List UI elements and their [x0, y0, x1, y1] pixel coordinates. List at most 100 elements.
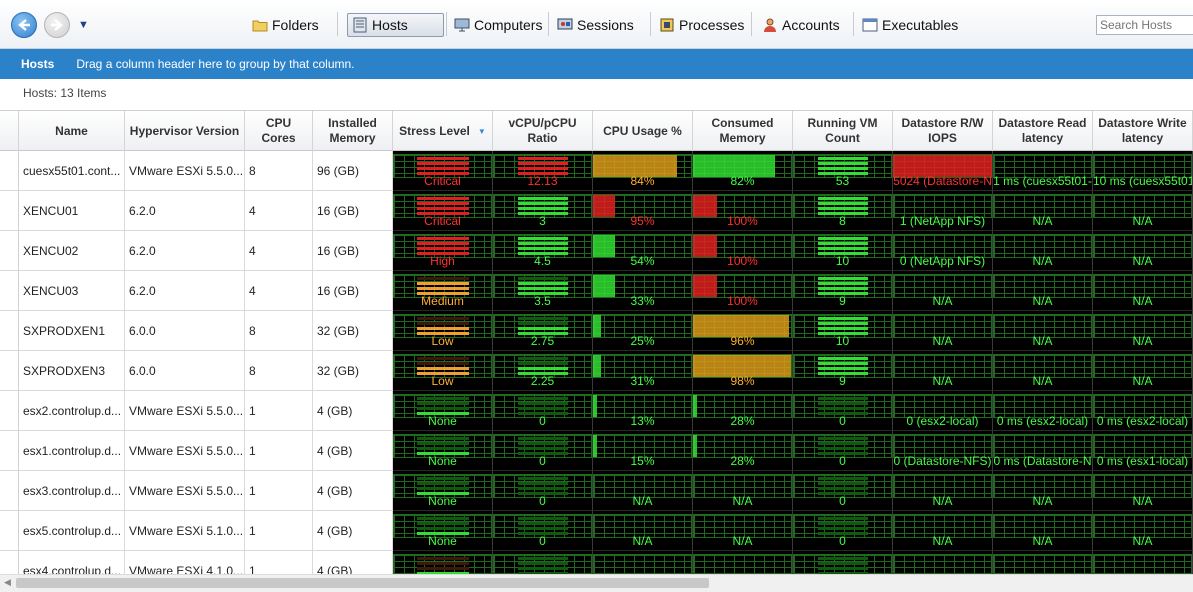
cell-datastore-write-latency[interactable]: N/A — [1093, 191, 1193, 231]
table-row[interactable]: esx4.controlup.d... VMware ESXi 4.1.0... 1… — [0, 551, 1193, 574]
cell-vcpu-ratio[interactable]: 3.5 — [493, 271, 593, 311]
table-row[interactable]: XENCU02 6.2.0 4 16 (GB) High 4.5 54% 100% 10 0 (N… — [0, 231, 1193, 271]
cell-datastore-iops[interactable]: 1 (NetApp NFS) — [893, 191, 993, 231]
row-selector[interactable] — [0, 391, 19, 431]
table-row[interactable]: cuesx55t01.cont... VMware ESXi 5.5.0... 8 9… — [0, 151, 1193, 191]
cell-vcpu-ratio[interactable]: 0 — [493, 431, 593, 471]
cell-stress-level[interactable]: Critical — [393, 151, 493, 191]
back-button[interactable] — [11, 12, 37, 38]
cell-hypervisor[interactable]: 6.0.0 — [125, 311, 245, 351]
cell-vcpu-ratio[interactable]: 12.13 — [493, 151, 593, 191]
cell-installed-memory[interactable]: 4 (GB) — [313, 391, 393, 431]
cell-vcpu-ratio[interactable] — [493, 551, 593, 574]
cell-datastore-iops[interactable]: 5024 (Datastore-N — [893, 151, 993, 191]
cell-hypervisor[interactable]: 6.2.0 — [125, 231, 245, 271]
cell-datastore-iops[interactable] — [893, 551, 993, 574]
cell-datastore-read-latency[interactable]: N/A — [993, 311, 1093, 351]
cell-running-vm-count[interactable]: 10 — [793, 311, 893, 351]
cell-stress-level[interactable] — [393, 551, 493, 574]
cell-consumed-memory[interactable] — [693, 551, 793, 574]
cell-running-vm-count[interactable]: 0 — [793, 511, 893, 551]
cell-cpu-usage[interactable]: 33% — [593, 271, 693, 311]
cell-hypervisor[interactable]: VMware ESXi 5.5.0... — [125, 391, 245, 431]
cell-cpu-cores[interactable]: 4 — [245, 231, 313, 271]
cell-datastore-write-latency[interactable]: N/A — [1093, 351, 1193, 391]
cell-cpu-usage[interactable]: 84% — [593, 151, 693, 191]
table-row[interactable]: esx3.controlup.d... VMware ESXi 5.5.0... 1… — [0, 471, 1193, 511]
cell-hypervisor[interactable]: 6.0.0 — [125, 351, 245, 391]
cell-hypervisor[interactable]: VMware ESXi 5.5.0... — [125, 471, 245, 511]
cell-running-vm-count[interactable]: 9 — [793, 271, 893, 311]
cell-installed-memory[interactable]: 4 (GB) — [313, 431, 393, 471]
cell-stress-level[interactable]: Low — [393, 351, 493, 391]
column-header-cpu-cores[interactable]: CPU Cores — [245, 111, 313, 151]
horizontal-scrollbar[interactable]: ◀ — [0, 574, 1193, 592]
cell-consumed-memory[interactable]: 28% — [693, 391, 793, 431]
cell-cpu-usage[interactable]: 25% — [593, 311, 693, 351]
cell-vcpu-ratio[interactable]: 2.25 — [493, 351, 593, 391]
tab-hosts[interactable]: Hosts — [347, 13, 444, 37]
table-row[interactable]: XENCU01 6.2.0 4 16 (GB) Critical 3 95% 100% 8 1 (… — [0, 191, 1193, 231]
column-header-installed-memory[interactable]: Installed Memory — [313, 111, 393, 151]
cell-datastore-iops[interactable]: 0 (Datastore-NFS) — [893, 431, 993, 471]
cell-stress-level[interactable]: None — [393, 511, 493, 551]
column-header-running-vm-count[interactable]: Running VM Count — [793, 111, 893, 151]
row-selector[interactable] — [0, 431, 19, 471]
cell-running-vm-count[interactable]: 53 — [793, 151, 893, 191]
cell-name[interactable]: esx2.controlup.d... — [19, 391, 125, 431]
row-selector[interactable] — [0, 191, 19, 231]
forward-button[interactable] — [44, 12, 70, 38]
cell-cpu-usage[interactable]: 15% — [593, 431, 693, 471]
cell-hypervisor[interactable]: VMware ESXi 4.1.0... — [125, 551, 245, 574]
cell-datastore-read-latency[interactable]: 1 ms (cuesx55t01- — [993, 151, 1093, 191]
cell-cpu-usage[interactable]: 13% — [593, 391, 693, 431]
cell-datastore-write-latency[interactable]: N/A — [1093, 231, 1193, 271]
tab-sessions[interactable]: Sessions — [553, 13, 638, 37]
cell-consumed-memory[interactable]: 82% — [693, 151, 793, 191]
cell-cpu-usage[interactable]: 95% — [593, 191, 693, 231]
cell-cpu-cores[interactable]: 8 — [245, 151, 313, 191]
cell-stress-level[interactable]: None — [393, 431, 493, 471]
cell-cpu-cores[interactable]: 8 — [245, 351, 313, 391]
row-selector[interactable] — [0, 351, 19, 391]
search-input[interactable] — [1096, 15, 1193, 35]
cell-installed-memory[interactable]: 16 (GB) — [313, 231, 393, 271]
cell-datastore-read-latency[interactable]: N/A — [993, 231, 1093, 271]
cell-datastore-iops[interactable]: N/A — [893, 511, 993, 551]
column-header-consumed-memory[interactable]: Consumed Memory — [693, 111, 793, 151]
cell-datastore-read-latency[interactable]: N/A — [993, 191, 1093, 231]
cell-cpu-cores[interactable]: 1 — [245, 471, 313, 511]
cell-name[interactable]: esx3.controlup.d... — [19, 471, 125, 511]
cell-stress-level[interactable]: Low — [393, 311, 493, 351]
cell-installed-memory[interactable]: 16 (GB) — [313, 191, 393, 231]
cell-consumed-memory[interactable]: 100% — [693, 231, 793, 271]
cell-datastore-iops[interactable]: N/A — [893, 351, 993, 391]
cell-consumed-memory[interactable]: 28% — [693, 431, 793, 471]
cell-cpu-cores[interactable]: 1 — [245, 391, 313, 431]
cell-stress-level[interactable]: Critical — [393, 191, 493, 231]
column-header-cpu-usage[interactable]: CPU Usage % — [593, 111, 693, 151]
cell-name[interactable]: esx1.controlup.d... — [19, 431, 125, 471]
group-by-bar[interactable]: Hosts Drag a column header here to group… — [0, 49, 1193, 79]
row-selector[interactable] — [0, 551, 19, 574]
cell-datastore-read-latency[interactable]: 0 ms (Datastore-N — [993, 431, 1093, 471]
cell-hypervisor[interactable]: VMware ESXi 5.1.0... — [125, 511, 245, 551]
table-row[interactable]: esx2.controlup.d... VMware ESXi 5.5.0... 1… — [0, 391, 1193, 431]
table-row[interactable]: SXPRODXEN1 6.0.0 8 32 (GB) Low 2.75 25% 96% 10 N/… — [0, 311, 1193, 351]
table-row[interactable]: esx1.controlup.d... VMware ESXi 5.5.0... 1… — [0, 431, 1193, 471]
cell-name[interactable]: XENCU03 — [19, 271, 125, 311]
cell-cpu-usage[interactable]: N/A — [593, 511, 693, 551]
row-selector[interactable] — [0, 471, 19, 511]
cell-cpu-cores[interactable]: 1 — [245, 511, 313, 551]
row-selector[interactable] — [0, 151, 19, 191]
cell-running-vm-count[interactable]: 0 — [793, 431, 893, 471]
cell-consumed-memory[interactable]: N/A — [693, 471, 793, 511]
cell-running-vm-count[interactable] — [793, 551, 893, 574]
cell-datastore-read-latency[interactable]: N/A — [993, 271, 1093, 311]
cell-cpu-cores[interactable]: 1 — [245, 551, 313, 574]
cell-consumed-memory[interactable]: N/A — [693, 511, 793, 551]
cell-cpu-cores[interactable]: 8 — [245, 311, 313, 351]
cell-hypervisor[interactable]: VMware ESXi 5.5.0... — [125, 151, 245, 191]
cell-datastore-read-latency[interactable]: N/A — [993, 511, 1093, 551]
cell-name[interactable]: XENCU01 — [19, 191, 125, 231]
